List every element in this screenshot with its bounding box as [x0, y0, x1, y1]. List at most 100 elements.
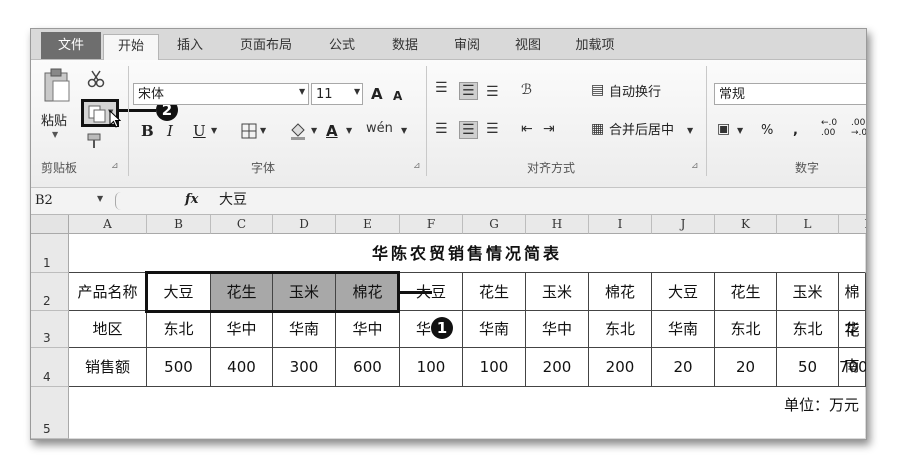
- cell-B4[interactable]: 500: [147, 348, 211, 387]
- format-painter-icon[interactable]: [86, 132, 104, 150]
- fill-color-icon[interactable]: [289, 122, 307, 140]
- decrease-decimal-button[interactable]: .00 →.0: [851, 118, 866, 140]
- cell-H4[interactable]: 200: [526, 348, 589, 387]
- name-box-dropdown-icon[interactable]: ▼: [97, 194, 103, 203]
- select-all-corner[interactable]: [31, 215, 69, 234]
- merge-center-button[interactable]: 合并后居中: [609, 120, 674, 142]
- cell-K2[interactable]: 花生: [715, 273, 777, 311]
- tab-formulas[interactable]: 公式: [317, 34, 367, 59]
- font-color-dropdown-icon[interactable]: ▼: [346, 126, 352, 135]
- column-header-M[interactable]: M: [839, 215, 866, 234]
- row-header-3[interactable]: 3: [31, 311, 69, 348]
- cell-A2[interactable]: 产品名称: [69, 273, 147, 311]
- tab-page-layout[interactable]: 页面布局: [227, 34, 305, 59]
- align-bottom-icon[interactable]: ☰: [486, 84, 499, 100]
- font-color-button[interactable]: A: [326, 120, 338, 142]
- column-header-H[interactable]: H: [526, 215, 589, 234]
- formula-content[interactable]: 大豆: [219, 190, 859, 211]
- percent-button[interactable]: %: [761, 120, 773, 142]
- column-header-I[interactable]: I: [589, 215, 652, 234]
- cell-C4[interactable]: 400: [211, 348, 273, 387]
- font-size-dropdown-icon[interactable]: ▼: [354, 87, 360, 96]
- tab-insert[interactable]: 插入: [165, 34, 215, 59]
- grow-font-button[interactable]: A: [371, 83, 383, 105]
- column-header-F[interactable]: F: [400, 215, 463, 234]
- currency-dropdown-icon[interactable]: ▼: [737, 126, 743, 135]
- cell-L3[interactable]: 东北: [777, 311, 839, 348]
- phonetic-icon[interactable]: wén: [366, 121, 393, 136]
- cell-M4[interactable]: 700: [839, 348, 866, 387]
- align-top-icon[interactable]: ☰: [435, 80, 448, 96]
- tab-home[interactable]: 开始: [103, 34, 159, 61]
- underline-dropdown-icon[interactable]: ▼: [211, 126, 217, 135]
- increase-indent-icon[interactable]: ⇥: [543, 121, 555, 137]
- cell-J2[interactable]: 大豆: [652, 273, 715, 311]
- border-icon[interactable]: [241, 123, 257, 139]
- cell-F4[interactable]: 100: [400, 348, 463, 387]
- row-header-1[interactable]: 1: [31, 234, 69, 273]
- clipboard-launcher-icon[interactable]: ⊿: [111, 161, 119, 171]
- tab-review[interactable]: 审阅: [442, 34, 492, 59]
- cell-G3[interactable]: 华南: [463, 311, 526, 348]
- underline-button[interactable]: U: [193, 120, 206, 142]
- row-header-2[interactable]: 2: [31, 273, 69, 311]
- column-header-K[interactable]: K: [715, 215, 777, 234]
- row-header-5[interactable]: 5: [31, 387, 69, 439]
- align-right-icon[interactable]: ☰: [486, 121, 499, 137]
- wrap-text-icon[interactable]: ▤: [591, 82, 604, 98]
- cell-E4[interactable]: 600: [336, 348, 400, 387]
- cell-K4[interactable]: 20: [715, 348, 777, 387]
- shrink-font-button[interactable]: A: [393, 85, 402, 107]
- font-name-dropdown-icon[interactable]: ▼: [299, 87, 305, 96]
- tab-view[interactable]: 视图: [503, 34, 553, 59]
- align-center-icon[interactable]: ☰: [459, 121, 478, 139]
- column-header-B[interactable]: B: [147, 215, 211, 234]
- cell-G4[interactable]: 100: [463, 348, 526, 387]
- tab-addins[interactable]: 加载项: [565, 34, 625, 59]
- phonetic-dropdown-icon[interactable]: ▼: [401, 126, 407, 135]
- name-box[interactable]: B2: [35, 191, 91, 210]
- tab-data[interactable]: 数据: [380, 34, 430, 59]
- column-header-C[interactable]: C: [211, 215, 273, 234]
- unit-note[interactable]: 单位：万元: [69, 387, 866, 439]
- cell-J3[interactable]: 华南: [652, 311, 715, 348]
- bold-button[interactable]: B: [141, 120, 154, 142]
- comma-button[interactable]: ,: [793, 120, 798, 142]
- font-launcher-icon[interactable]: ⊿: [413, 161, 421, 171]
- cell-K3[interactable]: 东北: [715, 311, 777, 348]
- increase-decimal-button[interactable]: ←.0 .00: [821, 118, 849, 140]
- column-header-A[interactable]: A: [69, 215, 147, 234]
- border-dropdown-icon[interactable]: ▼: [260, 126, 266, 135]
- cell-A3[interactable]: 地区: [69, 311, 147, 348]
- cell-E3[interactable]: 华中: [336, 311, 400, 348]
- currency-icon[interactable]: ▣: [717, 121, 730, 137]
- wrap-text-button[interactable]: 自动换行: [609, 82, 661, 104]
- column-header-D[interactable]: D: [273, 215, 336, 234]
- align-left-icon[interactable]: ☰: [435, 121, 448, 137]
- orientation-icon[interactable]: ℬ: [521, 82, 532, 98]
- cell-H2[interactable]: 玉米: [526, 273, 589, 311]
- cell-M3[interactable]: 华南: [839, 311, 866, 375]
- cell-L2[interactable]: 玉米: [777, 273, 839, 311]
- column-header-G[interactable]: G: [463, 215, 526, 234]
- cell-G2[interactable]: 花生: [463, 273, 526, 311]
- row-header-4[interactable]: 4: [31, 348, 69, 387]
- cell-B3[interactable]: 东北: [147, 311, 211, 348]
- cell-I4[interactable]: 200: [589, 348, 652, 387]
- alignment-launcher-icon[interactable]: ⊿: [691, 161, 699, 171]
- cell-M2[interactable]: 棉花: [839, 273, 866, 339]
- cell-D4[interactable]: 300: [273, 348, 336, 387]
- insert-function-icon[interactable]: fx: [185, 192, 198, 207]
- decrease-indent-icon[interactable]: ⇤: [521, 121, 533, 137]
- cell-H3[interactable]: 华中: [526, 311, 589, 348]
- merge-center-icon[interactable]: ▦: [591, 121, 604, 137]
- column-header-L[interactable]: L: [777, 215, 839, 234]
- tab-file[interactable]: 文件: [41, 32, 101, 59]
- italic-button[interactable]: I: [167, 120, 173, 142]
- cell-J4[interactable]: 20: [652, 348, 715, 387]
- merge-dropdown-icon[interactable]: ▼: [687, 126, 693, 135]
- cell-I2[interactable]: 棉花: [589, 273, 652, 311]
- cell-A4[interactable]: 销售额: [69, 348, 147, 387]
- paste-button[interactable]: 粘贴 ▼: [39, 66, 75, 144]
- cut-icon[interactable]: [87, 70, 105, 88]
